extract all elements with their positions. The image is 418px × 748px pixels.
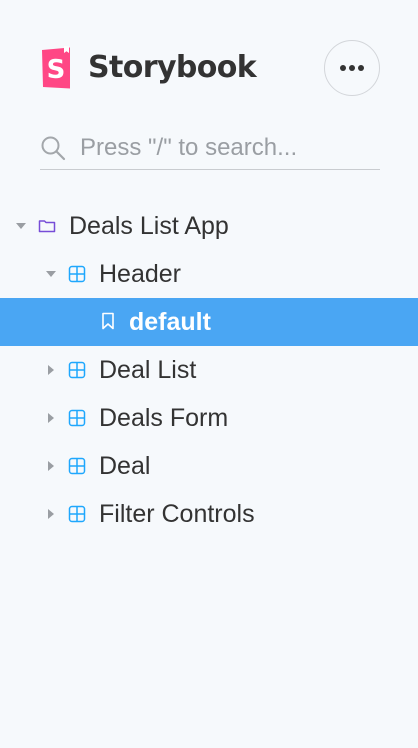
brand-name: Storybook	[88, 50, 257, 85]
ellipsis-icon	[340, 65, 364, 71]
tree-item-deals-form[interactable]: Deals Form	[0, 394, 418, 442]
component-icon	[68, 409, 86, 427]
caret-right-icon[interactable]	[45, 460, 57, 472]
bookmark-icon	[102, 312, 114, 330]
tree-item-deals-list-app[interactable]: Deals List App	[0, 202, 418, 250]
tree-item-label: default	[129, 308, 211, 336]
tree-item-label: Deal	[99, 452, 151, 480]
caret-down-icon[interactable]	[45, 268, 57, 280]
tree-item-label: Deals Form	[99, 404, 229, 432]
search-bar	[40, 126, 380, 170]
caret-right-icon[interactable]	[45, 412, 57, 424]
tree-item-label: Filter Controls	[99, 500, 255, 528]
storybook-sidebar: S Storybook Deals List App	[0, 0, 418, 748]
search-input[interactable]	[80, 127, 370, 168]
folder-icon	[38, 220, 56, 233]
tree-item-header[interactable]: Header	[0, 250, 418, 298]
caret-right-icon[interactable]	[45, 508, 57, 520]
brand[interactable]: S Storybook	[40, 46, 257, 90]
tree-item-label: Deal List	[99, 356, 197, 384]
tree-item-label: Deals List App	[69, 212, 229, 240]
sidebar-menu-button[interactable]	[324, 40, 380, 96]
caret-right-icon[interactable]	[45, 364, 57, 376]
search-icon	[41, 136, 66, 160]
tree-item-filter-controls[interactable]: Filter Controls	[0, 490, 418, 538]
tree-item-default-story[interactable]: default	[0, 298, 418, 346]
caret-down-icon[interactable]	[15, 220, 27, 232]
storybook-logo-icon: S	[42, 46, 70, 89]
component-icon	[68, 505, 86, 523]
logo-letter: S	[47, 55, 66, 85]
tree-item-label: Header	[99, 260, 181, 288]
story-tree: Deals List App Header default Deal List …	[0, 202, 418, 538]
component-icon	[68, 265, 86, 283]
tree-item-deal-list[interactable]: Deal List	[0, 346, 418, 394]
tree-item-deal[interactable]: Deal	[0, 442, 418, 490]
component-icon	[68, 361, 86, 379]
component-icon	[68, 457, 86, 475]
